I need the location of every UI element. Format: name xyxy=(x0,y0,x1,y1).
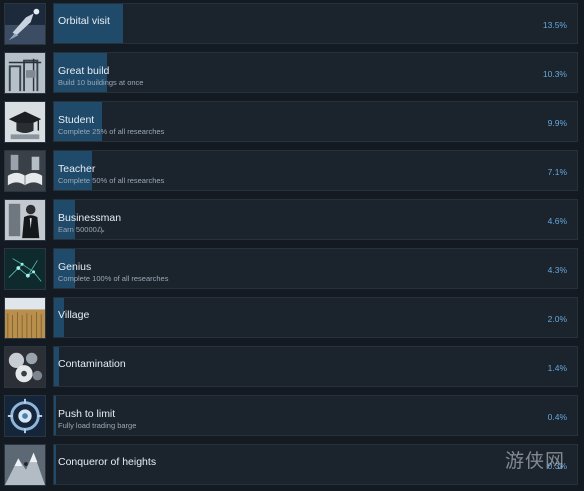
businessman-icon xyxy=(4,199,46,241)
achievement-percent: 9.9% xyxy=(547,118,567,128)
wheat-field-icon xyxy=(4,297,46,339)
progress-bar xyxy=(54,396,56,435)
achievement-row[interactable]: Push to limit Fully load trading barge 0… xyxy=(0,392,584,441)
achievement-description: Complete 25% of all researches xyxy=(58,127,165,136)
achievement-panel: Push to limit Fully load trading barge 0… xyxy=(53,395,578,436)
achievement-row[interactable]: Student Complete 25% of all researches 9… xyxy=(0,98,584,147)
achievement-percent: 13.5% xyxy=(542,20,567,30)
achievement-title: Student xyxy=(58,114,95,126)
achievement-panel: Teacher Complete 50% of all researches 7… xyxy=(53,150,578,191)
achievement-row[interactable]: Village 2.0% xyxy=(0,294,584,343)
achievement-row[interactable]: Genius Complete 100% of all researches 4… xyxy=(0,245,584,294)
achievement-panel: Village 2.0% xyxy=(53,297,578,338)
graduation-cap-icon xyxy=(4,101,46,143)
achievement-title: Push to limit xyxy=(58,408,116,420)
achievement-panel: Genius Complete 100% of all researches 4… xyxy=(53,248,578,289)
mountain-climber-icon xyxy=(4,444,46,486)
neural-network-icon xyxy=(4,248,46,290)
achievement-percent: 0.4% xyxy=(547,412,567,422)
achievement-percent: 2.0% xyxy=(547,314,567,324)
achievement-percent: 10.3% xyxy=(542,69,567,79)
achievement-description: Build 10 buildings at once xyxy=(58,78,144,87)
achievement-description: Complete 100% of all researches xyxy=(58,274,169,283)
achievement-panel: Conqueror of heights 0.3% xyxy=(53,444,578,485)
achievement-description: Fully load trading barge xyxy=(58,421,137,430)
reactor-icon xyxy=(4,395,46,437)
achievement-title: Businessman xyxy=(58,212,122,224)
achievement-row[interactable]: Contamination 1.4% xyxy=(0,343,584,392)
achievement-list: Orbital visit 13.5% Great build Build 10… xyxy=(0,0,584,491)
achievement-row[interactable]: Great build Build 10 buildings at once 1… xyxy=(0,49,584,98)
achievement-percent: 4.3% xyxy=(547,265,567,275)
achievement-title: Great build xyxy=(58,65,110,77)
achievement-panel: Orbital visit 13.5% xyxy=(53,3,578,44)
achievement-row[interactable]: Orbital visit 13.5% xyxy=(0,0,584,49)
achievement-percent: 7.1% xyxy=(547,167,567,177)
achievement-panel: Contamination 1.4% xyxy=(53,346,578,387)
achievement-title: Teacher xyxy=(58,163,96,175)
achievement-title: Orbital visit xyxy=(58,15,110,27)
achievement-title: Conqueror of heights xyxy=(58,456,157,468)
progress-bar xyxy=(54,445,56,484)
achievement-description: Complete 50% of all researches xyxy=(58,176,165,185)
achievement-percent: 1.4% xyxy=(547,363,567,373)
open-book-icon xyxy=(4,150,46,192)
achievement-row[interactable]: Conqueror of heights 0.3% xyxy=(0,441,584,490)
achievement-row[interactable]: Businessman Earn 50000₯ 4.6% xyxy=(0,196,584,245)
achievement-title: Village xyxy=(58,309,90,321)
watermark-logo: 游侠网 xyxy=(505,450,566,472)
achievement-title: Contamination xyxy=(58,358,126,370)
achievement-title: Genius xyxy=(58,261,92,273)
achievement-panel: Great build Build 10 buildings at once 1… xyxy=(53,52,578,93)
achievement-percent: 4.6% xyxy=(547,216,567,226)
achievement-row[interactable]: Teacher Complete 50% of all researches 7… xyxy=(0,147,584,196)
achievement-description: Earn 50000₯ xyxy=(58,225,105,234)
construction-site-icon xyxy=(4,52,46,94)
achievement-panel: Student Complete 25% of all researches 9… xyxy=(53,101,578,142)
achievement-panel: Businessman Earn 50000₯ 4.6% xyxy=(53,199,578,240)
rocket-launch-icon xyxy=(4,3,46,45)
contamination-icon xyxy=(4,346,46,388)
